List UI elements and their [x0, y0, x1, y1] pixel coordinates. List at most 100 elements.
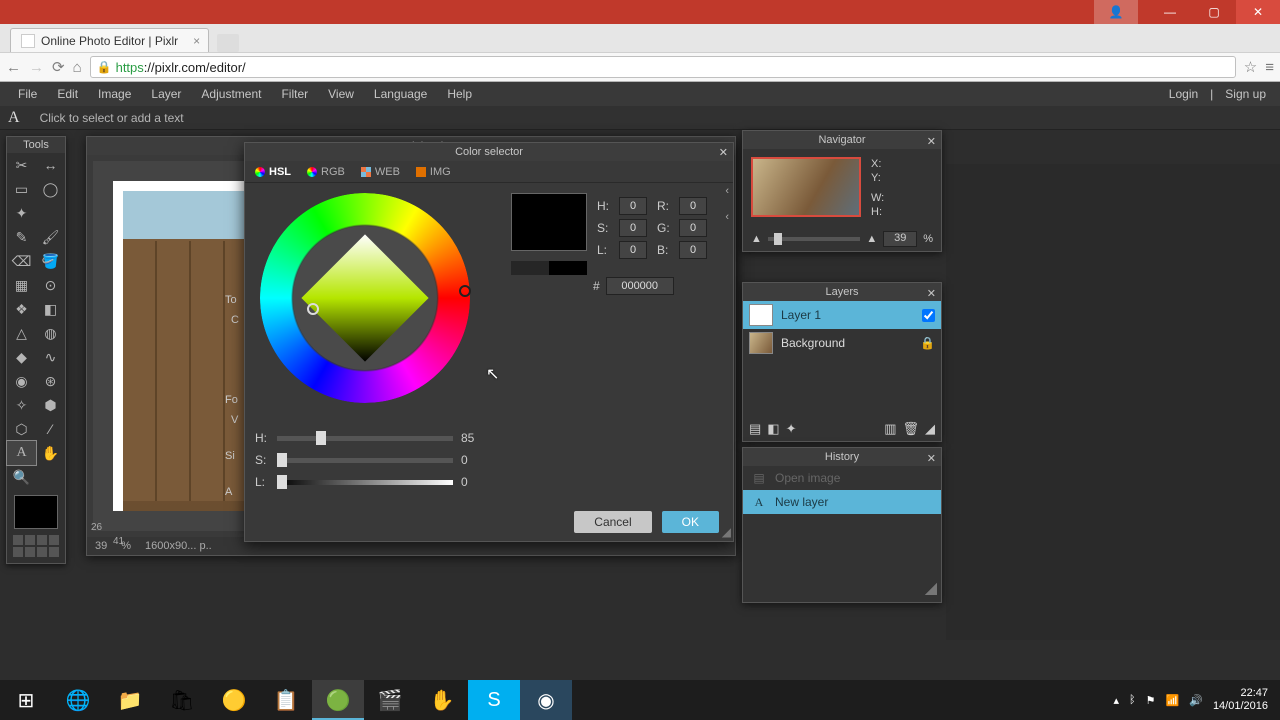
layer-row[interactable]: Background 🔒 — [743, 329, 941, 357]
new-layer-icon[interactable]: ▥ — [884, 421, 896, 437]
replace-tool-icon[interactable]: ◧ — [36, 297, 65, 321]
layers-panel[interactable]: Layers✕ Layer 1 Background 🔒 ▤ ◧ ✦ ▥ 🗑 ◢ — [742, 282, 942, 442]
taskbar-app2-icon[interactable]: 📋 — [260, 680, 312, 720]
navigator-panel[interactable]: Navigator✕ X:Y: W:H: ▲ ▲ 39 % — [742, 130, 942, 252]
bloat-tool-icon[interactable]: ⬢ — [36, 393, 65, 417]
sl-marker[interactable] — [307, 303, 319, 315]
tray-action-icon[interactable]: ⚑ — [1146, 694, 1156, 707]
hex-field[interactable]: 000000 — [606, 277, 674, 295]
layer-mask-icon[interactable]: ◧ — [767, 421, 779, 437]
tab-img[interactable]: IMG — [416, 166, 451, 178]
menu-adjustment[interactable]: Adjustment — [191, 87, 271, 101]
hue-slider[interactable] — [277, 436, 453, 441]
field-L[interactable]: 0 — [619, 241, 647, 259]
browser-tab[interactable]: Online Photo Editor | Pixlr × — [10, 28, 209, 52]
delete-layer-icon[interactable]: 🗑 — [902, 421, 919, 437]
tray-up-icon[interactable]: ▴ — [1114, 694, 1120, 707]
crop-tool-icon[interactable]: ✂ — [7, 153, 36, 177]
light-slider[interactable] — [277, 480, 453, 485]
window-close[interactable]: ✕ — [1236, 0, 1280, 24]
sat-knob[interactable] — [277, 453, 287, 467]
zoom-knob[interactable] — [774, 233, 782, 245]
menu-help[interactable]: Help — [437, 87, 482, 101]
brush-tool-icon[interactable]: 🖌 — [36, 225, 65, 249]
history-close-icon[interactable]: ✕ — [927, 450, 936, 468]
eraser-tool-icon[interactable]: ⌫ — [7, 249, 36, 273]
blur-tool-icon[interactable]: ◍ — [36, 321, 65, 345]
taskbar-app4-icon[interactable]: ✋ — [416, 680, 468, 720]
taskbar-clock[interactable]: 22:47 14/01/2016 — [1213, 687, 1268, 713]
sharpen-tool-icon[interactable]: ◆ — [7, 345, 36, 369]
zoom-slider[interactable] — [768, 237, 860, 241]
new-tab-button[interactable] — [217, 34, 239, 52]
taskbar-app3-icon[interactable]: 🎬 — [364, 680, 416, 720]
chrome-user-button[interactable]: 👤 — [1094, 0, 1138, 24]
zoom-out-icon[interactable]: ▲ — [751, 233, 762, 245]
tools-panel[interactable]: Tools ✂ ↔ ▭ ◯ ✦ ✎ 🖌 ⌫ 🪣 ▦ ⊙ ❖ ◧ △ ◍ ◆ ∿ … — [6, 136, 66, 564]
wand-tool-icon[interactable]: ✦ — [7, 201, 36, 225]
taskbar-app1-icon[interactable]: 🟡 — [208, 680, 260, 720]
window-minimize[interactable]: — — [1148, 0, 1192, 24]
signup-link[interactable]: Sign up — [1219, 87, 1272, 101]
side-chevron-top[interactable]: ‹ — [725, 185, 729, 197]
layers-resize-icon[interactable]: ◢ — [925, 421, 935, 437]
zoom-in-icon[interactable]: ▲ — [866, 233, 877, 245]
forward-button[interactable]: → — [29, 59, 44, 76]
menu-file[interactable]: File — [8, 87, 47, 101]
tab-rgb[interactable]: RGB — [307, 166, 345, 178]
layer-settings-icon[interactable]: ▤ — [749, 421, 761, 437]
gradient-tool-icon[interactable]: ▦ — [7, 273, 36, 297]
field-R[interactable]: 0 — [679, 197, 707, 215]
menu-view[interactable]: View — [318, 87, 364, 101]
sat-slider[interactable] — [277, 458, 453, 463]
taskbar-chrome-icon[interactable]: 🟢 — [312, 680, 364, 720]
picker-tool-icon[interactable]: ⁄ — [36, 417, 65, 441]
zoom-field[interactable]: 39 — [883, 231, 917, 247]
draw-tool-icon[interactable]: △ — [7, 321, 36, 345]
smudge-tool-icon[interactable]: ∿ — [36, 345, 65, 369]
taskbar-explorer-icon[interactable]: 📁 — [104, 680, 156, 720]
layers-close-icon[interactable]: ✕ — [927, 285, 936, 303]
foreground-color-swatch[interactable] — [14, 495, 58, 529]
pinch-tool-icon[interactable]: ⬡ — [7, 417, 36, 441]
clone-tool-icon[interactable]: ⊙ — [36, 273, 65, 297]
light-knob[interactable] — [277, 475, 287, 489]
hue-marker[interactable] — [459, 285, 471, 297]
ok-button[interactable]: OK — [662, 511, 719, 533]
color-wheel[interactable] — [260, 193, 470, 403]
tray-bt-icon[interactable]: ᛒ — [1129, 694, 1136, 706]
lasso-tool-icon[interactable]: ◯ — [36, 177, 65, 201]
dialog-close-icon[interactable]: ✕ — [719, 144, 728, 162]
home-button[interactable]: ⌂ — [73, 59, 82, 76]
side-chevron-bottom[interactable]: ‹ — [725, 211, 729, 223]
tab-web[interactable]: WEB — [361, 166, 400, 178]
menu-image[interactable]: Image — [88, 87, 141, 101]
bookmark-icon[interactable]: ☆ — [1244, 58, 1257, 76]
tray-vol-icon[interactable]: 🔊 — [1189, 694, 1203, 707]
layer-row-active[interactable]: Layer 1 — [743, 301, 941, 329]
history-panel[interactable]: History✕ ▤ Open image A New layer ◢ — [742, 447, 942, 603]
taskbar-steam-icon[interactable]: ◉ — [520, 680, 572, 720]
tab-close-icon[interactable]: × — [193, 34, 200, 48]
menu-layer[interactable]: Layer — [141, 87, 191, 101]
login-link[interactable]: Login — [1163, 87, 1204, 101]
window-maximize[interactable]: ▢ — [1192, 0, 1236, 24]
type-tool-icon-selected[interactable]: A — [7, 441, 36, 465]
start-button[interactable]: ⊞ — [0, 680, 52, 720]
cancel-button[interactable]: Cancel — [574, 511, 651, 533]
sponge-tool-icon[interactable]: ◉ — [7, 369, 36, 393]
menu-language[interactable]: Language — [364, 87, 437, 101]
field-B[interactable]: 0 — [679, 241, 707, 259]
zoom-tool-icon[interactable]: 🔍 — [7, 465, 36, 489]
chrome-menu-icon[interactable]: ≡ — [1265, 59, 1274, 76]
marquee-tool-icon[interactable]: ▭ — [7, 177, 36, 201]
pencil-tool-icon[interactable]: ✎ — [7, 225, 36, 249]
menu-filter[interactable]: Filter — [271, 87, 318, 101]
navigator-close-icon[interactable]: ✕ — [927, 133, 936, 151]
tray-net-icon[interactable]: 📶 — [1166, 694, 1180, 707]
swatch-grid[interactable] — [13, 535, 59, 557]
field-H[interactable]: 0 — [619, 197, 647, 215]
reload-button[interactable]: ⟳ — [52, 58, 65, 76]
redeye-tool-icon[interactable]: ⊛ — [36, 369, 65, 393]
system-tray[interactable]: ▴ ᛒ ⚑ 📶 🔊 22:47 14/01/2016 — [1102, 687, 1280, 713]
